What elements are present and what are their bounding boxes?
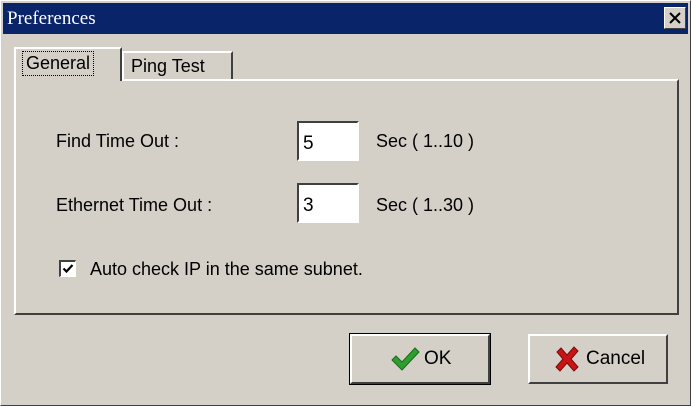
cancel-button[interactable]: Cancel xyxy=(528,334,668,384)
ethernet-timeout-field[interactable] xyxy=(297,183,359,223)
checkbox-check-icon xyxy=(62,264,74,274)
tab-general[interactable]: General xyxy=(14,47,122,81)
ethernet-timeout-label: Ethernet Time Out : xyxy=(56,195,213,215)
tab-ping-test-label: Ping Test xyxy=(131,56,205,76)
ethernet-timeout-range: Sec ( 1..30 ) xyxy=(376,195,475,215)
auto-check-checkbox[interactable] xyxy=(59,260,76,277)
ok-button-label: OK xyxy=(424,348,452,369)
tab-general-label: General xyxy=(21,51,95,76)
cancel-button-label: Cancel xyxy=(586,348,646,369)
title-bar[interactable]: Preferences xyxy=(3,3,688,34)
x-mark-icon xyxy=(555,346,579,372)
find-timeout-label: Find Time Out : xyxy=(56,131,180,151)
ok-button[interactable]: OK xyxy=(349,333,491,385)
close-button[interactable] xyxy=(664,7,686,29)
close-icon xyxy=(669,12,681,24)
find-timeout-range: Sec ( 1..10 ) xyxy=(376,131,475,151)
find-timeout-field[interactable] xyxy=(297,121,359,161)
window-title: Preferences xyxy=(7,8,96,29)
auto-check-label[interactable]: Auto check IP in the same subnet. xyxy=(90,259,363,280)
preferences-dialog: Preferences General Ping Test Find Time … xyxy=(0,0,691,406)
checkmark-icon xyxy=(391,347,420,371)
tab-ping-test[interactable]: Ping Test xyxy=(122,51,233,81)
